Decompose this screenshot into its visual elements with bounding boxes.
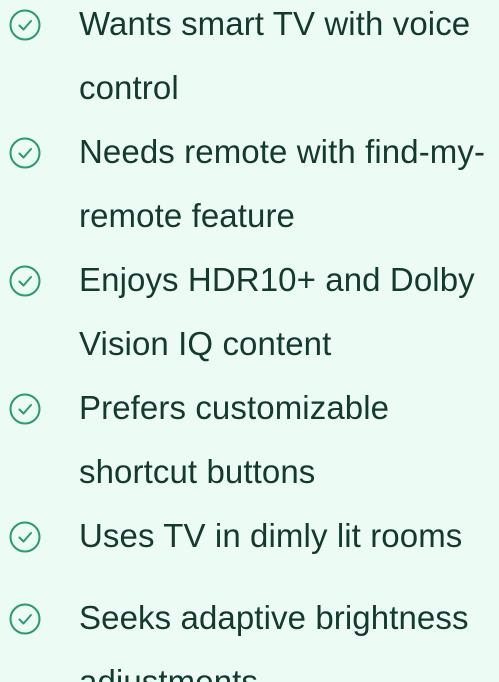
list-item-label: Wants smart TV with voice control	[79, 5, 471, 106]
check-circle-icon	[8, 264, 42, 298]
list-item-label: Uses TV in dimly lit rooms	[79, 517, 463, 554]
list-item-label: Seeks adaptive brightness adjustments	[79, 599, 469, 682]
list-item-label: Needs remote with find-my-remote feature	[79, 133, 486, 234]
check-circle-icon	[8, 136, 42, 170]
check-circle-icon	[8, 602, 42, 636]
list-item-label: Enjoys HDR10+ and Dolby Vision IQ conten…	[79, 261, 475, 362]
check-circle-icon	[8, 8, 42, 42]
check-circle-icon	[8, 520, 42, 554]
check-circle-icon	[8, 392, 42, 426]
list-item-label: Prefers customizable shortcut buttons	[79, 389, 390, 490]
